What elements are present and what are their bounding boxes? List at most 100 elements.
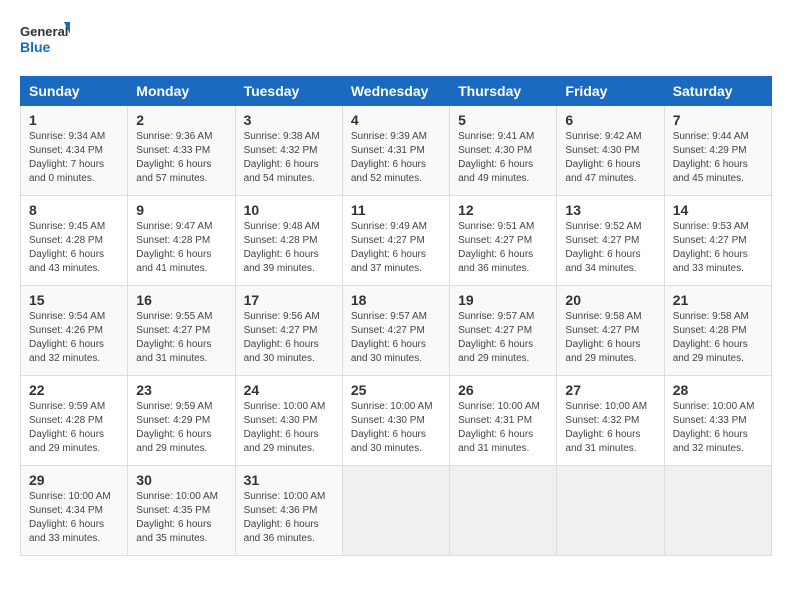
day-number: 14 bbox=[673, 202, 763, 218]
svg-text:Blue: Blue bbox=[20, 39, 51, 55]
day-info: Sunrise: 10:00 AMSunset: 4:35 PMDaylight… bbox=[136, 490, 226, 546]
calendar-week-row: 8 Sunrise: 9:45 AMSunset: 4:28 PMDaylight… bbox=[21, 196, 772, 286]
day-info: Sunrise: 9:55 AMSunset: 4:27 PMDaylight:… bbox=[136, 310, 226, 366]
calendar-day-cell: 6 Sunrise: 9:42 AMSunset: 4:30 PMDaylight… bbox=[557, 106, 664, 196]
day-info: Sunrise: 9:48 AMSunset: 4:28 PMDaylight:… bbox=[244, 220, 334, 276]
calendar-day-cell: 31Sunrise: 10:00 AMSunset: 4:36 PMDaylig… bbox=[235, 466, 342, 556]
calendar-day-cell: 12 Sunrise: 9:51 AMSunset: 4:27 PMDayligh… bbox=[450, 196, 557, 286]
day-number: 21 bbox=[673, 292, 763, 308]
calendar-day-cell: 24Sunrise: 10:00 AMSunset: 4:30 PMDaylig… bbox=[235, 376, 342, 466]
calendar-day-cell: 23 Sunrise: 9:59 AMSunset: 4:29 PMDayligh… bbox=[128, 376, 235, 466]
day-number: 10 bbox=[244, 202, 334, 218]
day-number: 6 bbox=[565, 112, 655, 128]
day-info: Sunrise: 9:41 AMSunset: 4:30 PMDaylight:… bbox=[458, 130, 548, 186]
day-number: 4 bbox=[351, 112, 441, 128]
day-number: 2 bbox=[136, 112, 226, 128]
day-number: 24 bbox=[244, 382, 334, 398]
calendar-day-cell: 28 Sunrise: 10:00 AMSunset: 4:33 PMDaylig… bbox=[664, 376, 771, 466]
calendar-day-header: Sunday bbox=[21, 77, 128, 106]
calendar-day-cell: 3 Sunrise: 9:38 AMSunset: 4:32 PMDaylight… bbox=[235, 106, 342, 196]
day-number: 9 bbox=[136, 202, 226, 218]
day-number: 26 bbox=[458, 382, 548, 398]
calendar-week-row: 22Sunrise: 9:59 AMSunset: 4:28 PMDayligh… bbox=[21, 376, 772, 466]
calendar-week-row: 1Sunrise: 9:34 AMSunset: 4:34 PMDaylight… bbox=[21, 106, 772, 196]
calendar-day-cell: 22Sunrise: 9:59 AMSunset: 4:28 PMDayligh… bbox=[21, 376, 128, 466]
calendar-day-cell: 20 Sunrise: 9:58 AMSunset: 4:27 PMDayligh… bbox=[557, 286, 664, 376]
calendar-day-cell: 1Sunrise: 9:34 AMSunset: 4:34 PMDaylight… bbox=[21, 106, 128, 196]
day-info: Sunrise: 9:42 AMSunset: 4:30 PMDaylight:… bbox=[565, 130, 655, 186]
page-header: General Blue bbox=[20, 20, 772, 60]
calendar-day-cell: 4 Sunrise: 9:39 AMSunset: 4:31 PMDaylight… bbox=[342, 106, 449, 196]
day-info: Sunrise: 9:58 AMSunset: 4:28 PMDaylight:… bbox=[673, 310, 763, 366]
calendar-day-header: Monday bbox=[128, 77, 235, 106]
day-number: 3 bbox=[244, 112, 334, 128]
day-number: 28 bbox=[673, 382, 763, 398]
calendar-day-cell: 19 Sunrise: 9:57 AMSunset: 4:27 PMDayligh… bbox=[450, 286, 557, 376]
day-info: Sunrise: 9:51 AMSunset: 4:27 PMDaylight:… bbox=[458, 220, 548, 276]
day-number: 12 bbox=[458, 202, 548, 218]
calendar-day-cell bbox=[342, 466, 449, 556]
day-number: 5 bbox=[458, 112, 548, 128]
calendar-day-cell: 13 Sunrise: 9:52 AMSunset: 4:27 PMDayligh… bbox=[557, 196, 664, 286]
calendar-day-cell: 29 Sunrise: 10:00 AMSunset: 4:34 PMDaylig… bbox=[21, 466, 128, 556]
calendar-day-cell: 7Sunrise: 9:44 AMSunset: 4:29 PMDaylight… bbox=[664, 106, 771, 196]
day-number: 13 bbox=[565, 202, 655, 218]
calendar-day-cell: 30 Sunrise: 10:00 AMSunset: 4:35 PMDaylig… bbox=[128, 466, 235, 556]
svg-text:General: General bbox=[20, 24, 68, 39]
calendar-day-cell: 8 Sunrise: 9:45 AMSunset: 4:28 PMDaylight… bbox=[21, 196, 128, 286]
calendar-day-cell bbox=[664, 466, 771, 556]
day-number: 31 bbox=[244, 472, 334, 488]
day-info: Sunrise: 9:57 AMSunset: 4:27 PMDaylight:… bbox=[351, 310, 441, 366]
day-info: Sunrise: 9:58 AMSunset: 4:27 PMDaylight:… bbox=[565, 310, 655, 366]
day-info: Sunrise: 9:52 AMSunset: 4:27 PMDaylight:… bbox=[565, 220, 655, 276]
calendar-day-cell: 5 Sunrise: 9:41 AMSunset: 4:30 PMDaylight… bbox=[450, 106, 557, 196]
calendar-day-cell bbox=[450, 466, 557, 556]
calendar-day-header: Thursday bbox=[450, 77, 557, 106]
day-number: 23 bbox=[136, 382, 226, 398]
day-info: Sunrise: 9:36 AMSunset: 4:33 PMDaylight:… bbox=[136, 130, 226, 186]
calendar-day-cell: 26 Sunrise: 10:00 AMSunset: 4:31 PMDaylig… bbox=[450, 376, 557, 466]
day-number: 11 bbox=[351, 202, 441, 218]
day-info: Sunrise: 9:53 AMSunset: 4:27 PMDaylight:… bbox=[673, 220, 763, 276]
day-info: Sunrise: 9:59 AMSunset: 4:29 PMDaylight:… bbox=[136, 400, 226, 456]
day-info: Sunrise: 9:57 AMSunset: 4:27 PMDaylight:… bbox=[458, 310, 548, 366]
day-number: 15 bbox=[29, 292, 119, 308]
calendar-table: SundayMondayTuesdayWednesdayThursdayFrid… bbox=[20, 76, 772, 556]
day-info: Sunrise: 10:00 AMSunset: 4:33 PMDaylight… bbox=[673, 400, 763, 456]
day-number: 30 bbox=[136, 472, 226, 488]
calendar-day-header: Saturday bbox=[664, 77, 771, 106]
day-number: 20 bbox=[565, 292, 655, 308]
calendar-week-row: 29 Sunrise: 10:00 AMSunset: 4:34 PMDaylig… bbox=[21, 466, 772, 556]
day-info: Sunrise: 9:39 AMSunset: 4:31 PMDaylight:… bbox=[351, 130, 441, 186]
calendar-body: 1Sunrise: 9:34 AMSunset: 4:34 PMDaylight… bbox=[21, 106, 772, 556]
day-number: 18 bbox=[351, 292, 441, 308]
day-number: 29 bbox=[29, 472, 119, 488]
calendar-day-cell: 9Sunrise: 9:47 AMSunset: 4:28 PMDaylight… bbox=[128, 196, 235, 286]
calendar-day-cell: 16Sunrise: 9:55 AMSunset: 4:27 PMDayligh… bbox=[128, 286, 235, 376]
calendar-day-header: Friday bbox=[557, 77, 664, 106]
day-info: Sunrise: 9:34 AMSunset: 4:34 PMDaylight:… bbox=[29, 130, 119, 186]
day-number: 19 bbox=[458, 292, 548, 308]
calendar-day-header: Tuesday bbox=[235, 77, 342, 106]
calendar-day-cell: 11 Sunrise: 9:49 AMSunset: 4:27 PMDayligh… bbox=[342, 196, 449, 286]
day-info: Sunrise: 9:38 AMSunset: 4:32 PMDaylight:… bbox=[244, 130, 334, 186]
day-info: Sunrise: 9:44 AMSunset: 4:29 PMDaylight:… bbox=[673, 130, 763, 186]
day-info: Sunrise: 10:00 AMSunset: 4:34 PMDaylight… bbox=[29, 490, 119, 546]
day-number: 8 bbox=[29, 202, 119, 218]
day-info: Sunrise: 10:00 AMSunset: 4:30 PMDaylight… bbox=[351, 400, 441, 456]
calendar-day-cell: 2 Sunrise: 9:36 AMSunset: 4:33 PMDaylight… bbox=[128, 106, 235, 196]
calendar-day-cell: 21 Sunrise: 9:58 AMSunset: 4:28 PMDayligh… bbox=[664, 286, 771, 376]
calendar-day-header: Wednesday bbox=[342, 77, 449, 106]
day-info: Sunrise: 10:00 AMSunset: 4:31 PMDaylight… bbox=[458, 400, 548, 456]
calendar-day-cell: 10 Sunrise: 9:48 AMSunset: 4:28 PMDayligh… bbox=[235, 196, 342, 286]
day-number: 17 bbox=[244, 292, 334, 308]
calendar-day-cell: 25Sunrise: 10:00 AMSunset: 4:30 PMDaylig… bbox=[342, 376, 449, 466]
calendar-day-cell bbox=[557, 466, 664, 556]
day-info: Sunrise: 9:59 AMSunset: 4:28 PMDaylight:… bbox=[29, 400, 119, 456]
logo-svg: General Blue bbox=[20, 20, 70, 60]
calendar-day-cell: 15 Sunrise: 9:54 AMSunset: 4:26 PMDayligh… bbox=[21, 286, 128, 376]
calendar-header-row: SundayMondayTuesdayWednesdayThursdayFrid… bbox=[21, 77, 772, 106]
day-info: Sunrise: 9:49 AMSunset: 4:27 PMDaylight:… bbox=[351, 220, 441, 276]
day-info: Sunrise: 9:45 AMSunset: 4:28 PMDaylight:… bbox=[29, 220, 119, 276]
day-info: Sunrise: 9:54 AMSunset: 4:26 PMDaylight:… bbox=[29, 310, 119, 366]
